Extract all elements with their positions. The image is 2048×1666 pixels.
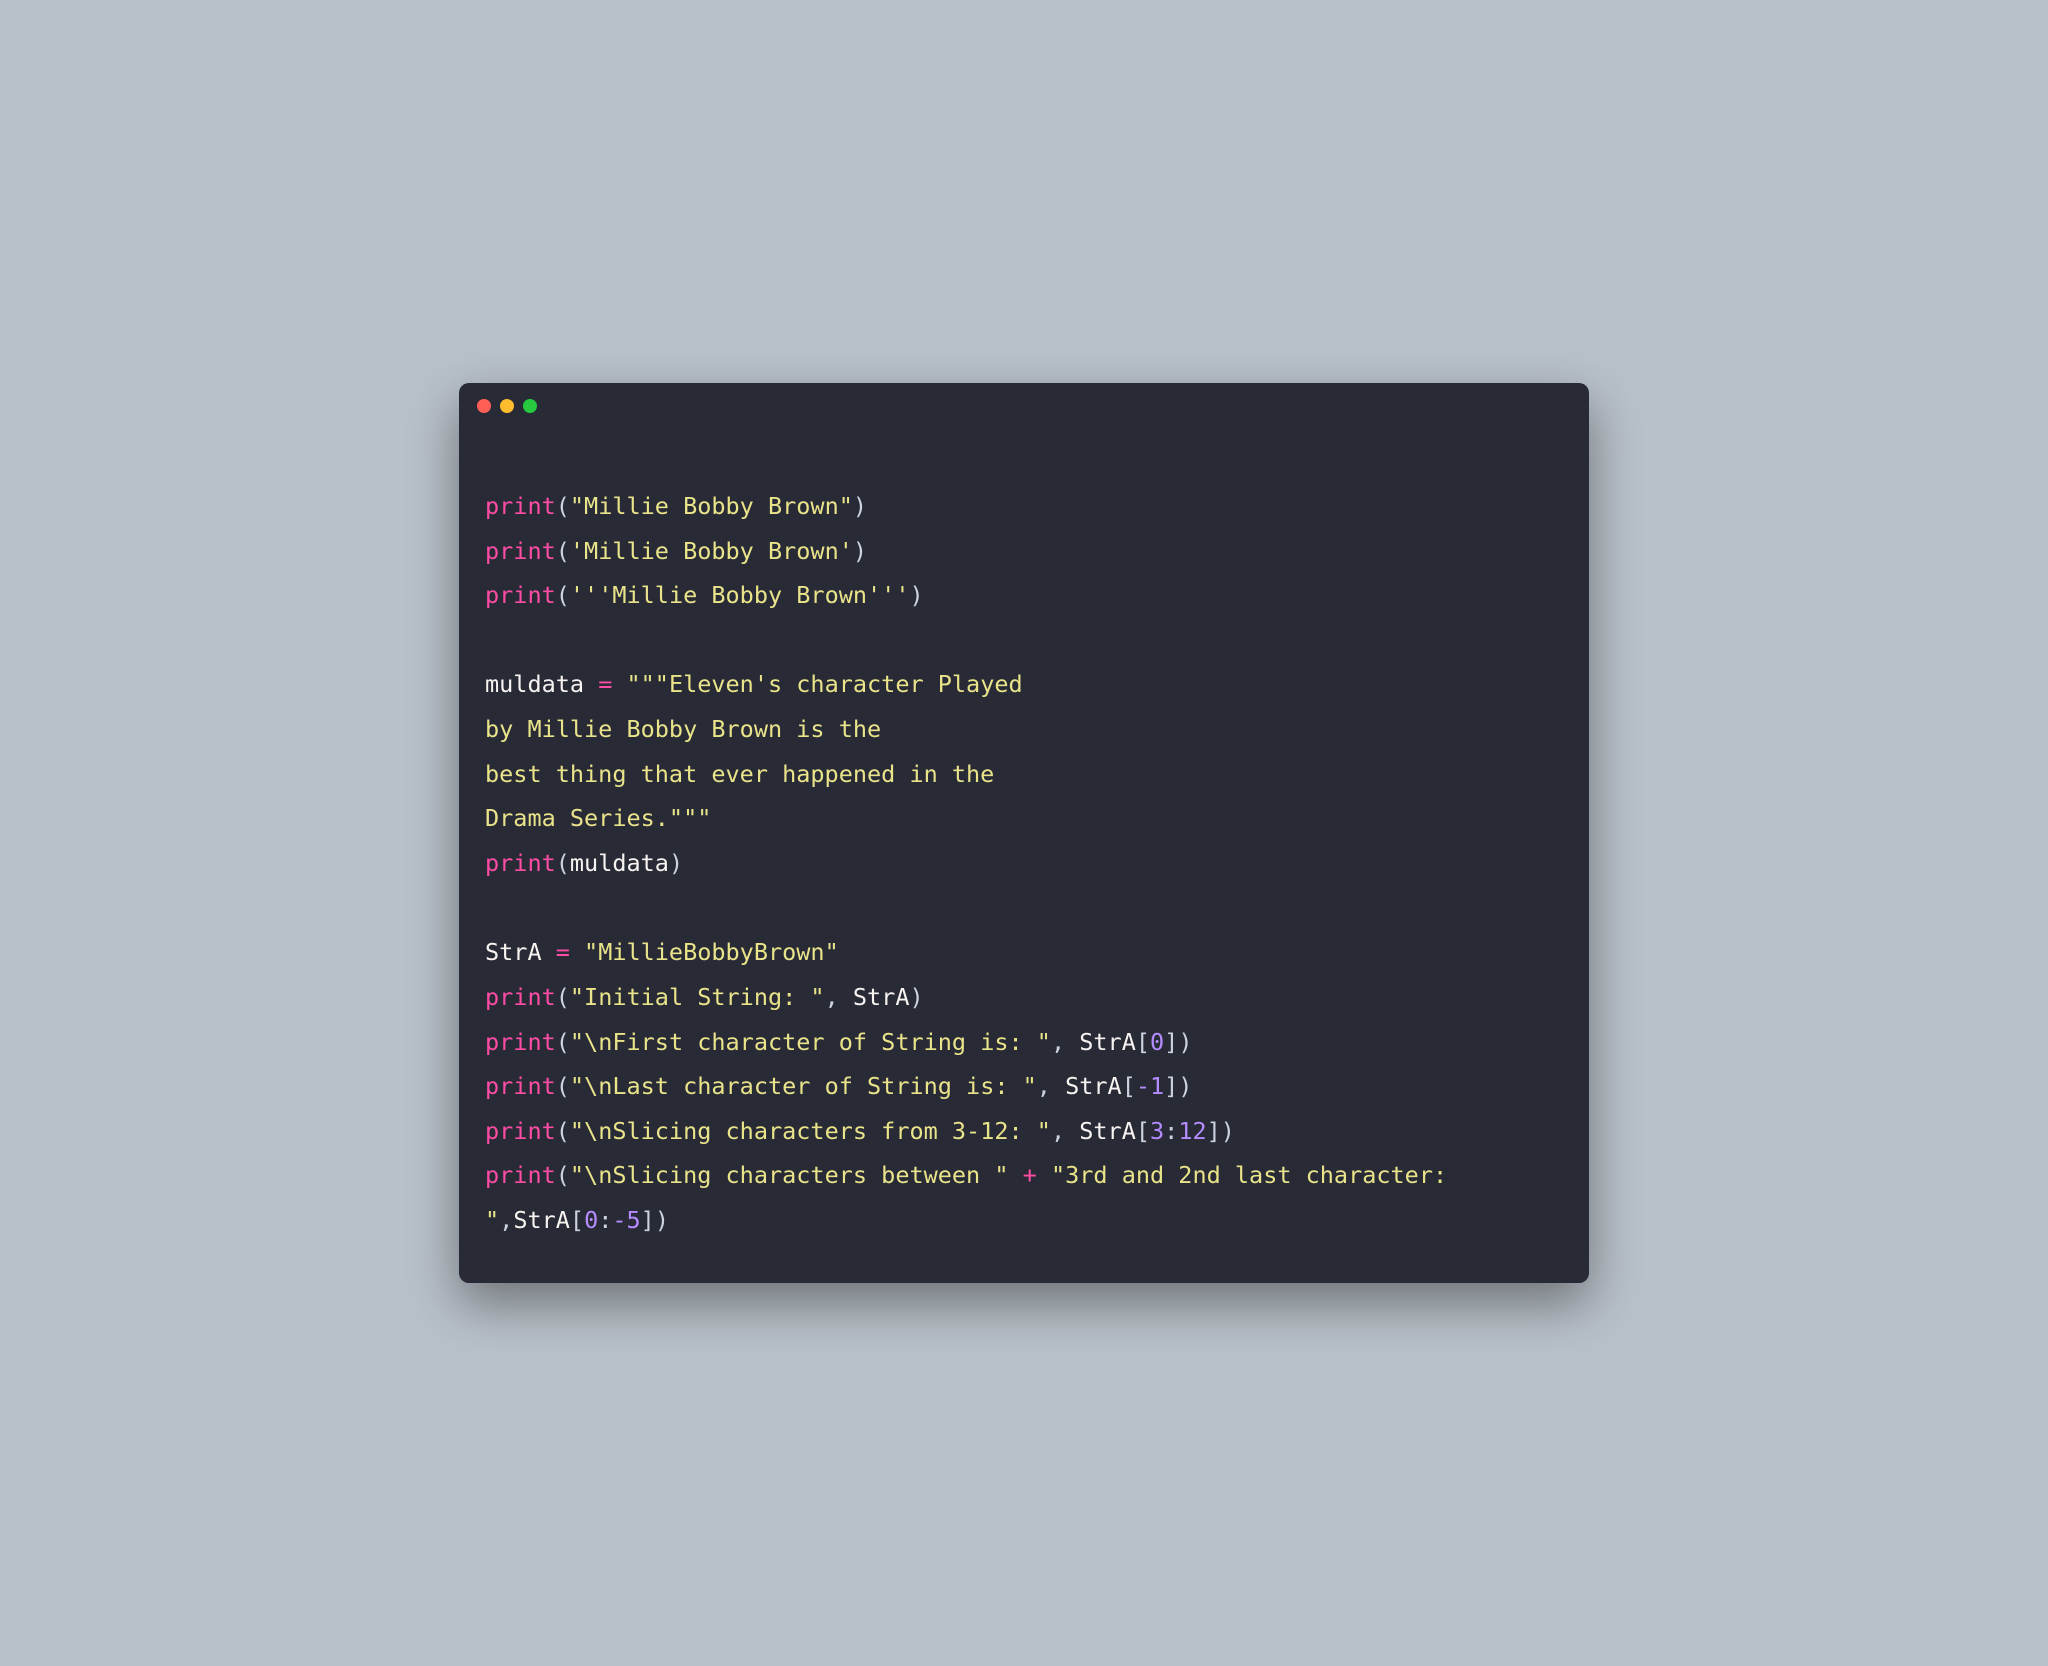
identifier-muldata: muldata	[570, 849, 669, 877]
comma: ,	[825, 983, 853, 1011]
operator-assign: =	[584, 670, 626, 698]
bracket-close: ]	[1164, 1028, 1178, 1056]
string-literal: "\nLast character of String is: "	[570, 1072, 1037, 1100]
keyword-print: print	[485, 1161, 556, 1189]
keyword-print: print	[485, 492, 556, 520]
bracket-close: ]	[641, 1206, 655, 1234]
identifier-stra: StrA	[485, 938, 542, 966]
bracket-open: [	[1122, 1072, 1136, 1100]
code-line: print("\nLast character of String is: ",…	[485, 1072, 1192, 1100]
identifier-stra: StrA	[1079, 1117, 1136, 1145]
string-literal: Drama Series."""	[485, 804, 711, 832]
code-block: print("Millie Bobby Brown") print('Milli…	[459, 421, 1589, 1283]
window-titlebar	[459, 383, 1589, 421]
code-window: print("Millie Bobby Brown") print('Milli…	[459, 383, 1589, 1283]
bracket-close: ]	[1164, 1072, 1178, 1100]
paren-close: )	[909, 581, 923, 609]
keyword-print: print	[485, 983, 556, 1011]
code-line: muldata = """Eleven's character Played	[485, 670, 1023, 698]
paren-close: )	[655, 1206, 669, 1234]
blank-line	[485, 618, 1563, 663]
number-literal: -1	[1136, 1072, 1164, 1100]
string-literal: "3rd and 2nd last character:	[1051, 1161, 1461, 1189]
paren-close: )	[853, 537, 867, 565]
blank-line	[485, 886, 1563, 931]
string-literal: "MillieBobbyBrown"	[584, 938, 839, 966]
string-literal: "Millie Bobby Brown"	[570, 492, 853, 520]
identifier-stra: StrA	[1065, 1072, 1122, 1100]
code-line: print('Millie Bobby Brown')	[485, 537, 867, 565]
string-literal: """Eleven's character Played	[627, 670, 1023, 698]
code-line: Drama Series."""	[485, 804, 711, 832]
string-literal: "	[485, 1206, 499, 1234]
close-icon[interactable]	[477, 399, 491, 413]
paren-open: (	[556, 581, 570, 609]
minimize-icon[interactable]	[500, 399, 514, 413]
code-line: print(muldata)	[485, 849, 683, 877]
code-line: ",StrA[0:-5])	[485, 1206, 669, 1234]
number-literal: 0	[1150, 1028, 1164, 1056]
paren-open: (	[556, 1028, 570, 1056]
code-line: print("\nFirst character of String is: "…	[485, 1028, 1192, 1056]
keyword-print: print	[485, 1028, 556, 1056]
keyword-print: print	[485, 537, 556, 565]
colon: :	[598, 1206, 612, 1234]
keyword-print: print	[485, 1072, 556, 1100]
code-line: by Millie Bobby Brown is the	[485, 715, 881, 743]
identifier-stra: StrA	[1079, 1028, 1136, 1056]
string-literal: by Millie Bobby Brown is the	[485, 715, 881, 743]
string-literal: best thing that ever happened in the	[485, 760, 994, 788]
identifier-muldata: muldata	[485, 670, 584, 698]
code-line: print("Millie Bobby Brown")	[485, 492, 867, 520]
paren-open: (	[556, 537, 570, 565]
paren-open: (	[556, 1161, 570, 1189]
string-literal: "\nSlicing characters between "	[570, 1161, 1009, 1189]
code-line: print("\nSlicing characters from 3-12: "…	[485, 1117, 1235, 1145]
string-literal: "Initial String: "	[570, 983, 825, 1011]
operator-plus: +	[1009, 1161, 1051, 1189]
paren-close: )	[669, 849, 683, 877]
paren-close: )	[909, 983, 923, 1011]
number-literal: 12	[1178, 1117, 1206, 1145]
paren-open: (	[556, 849, 570, 877]
keyword-print: print	[485, 1117, 556, 1145]
code-line: best thing that ever happened in the	[485, 760, 994, 788]
string-literal: 'Millie Bobby Brown'	[570, 537, 853, 565]
bracket-close: ]	[1207, 1117, 1221, 1145]
paren-open: (	[556, 1117, 570, 1145]
bracket-open: [	[1136, 1117, 1150, 1145]
keyword-print: print	[485, 581, 556, 609]
identifier-stra: StrA	[513, 1206, 570, 1234]
code-line: print("Initial String: ", StrA)	[485, 983, 924, 1011]
bracket-open: [	[1136, 1028, 1150, 1056]
paren-close: )	[1178, 1028, 1192, 1056]
zoom-icon[interactable]	[523, 399, 537, 413]
code-line: print('''Millie Bobby Brown''')	[485, 581, 924, 609]
number-literal: 3	[1150, 1117, 1164, 1145]
bracket-open: [	[570, 1206, 584, 1234]
paren-close: )	[853, 492, 867, 520]
comma: ,	[1037, 1072, 1065, 1100]
operator-assign: =	[542, 938, 584, 966]
paren-close: )	[1221, 1117, 1235, 1145]
comma: ,	[1051, 1117, 1079, 1145]
string-literal: '''Millie Bobby Brown'''	[570, 581, 910, 609]
string-literal: "\nFirst character of String is: "	[570, 1028, 1051, 1056]
comma: ,	[1051, 1028, 1079, 1056]
keyword-print: print	[485, 849, 556, 877]
number-literal: -5	[612, 1206, 640, 1234]
code-line: StrA = "MillieBobbyBrown"	[485, 938, 839, 966]
number-literal: 0	[584, 1206, 598, 1234]
paren-open: (	[556, 983, 570, 1011]
code-line: print("\nSlicing characters between " + …	[485, 1161, 1461, 1189]
comma: ,	[499, 1206, 513, 1234]
colon: :	[1164, 1117, 1178, 1145]
paren-open: (	[556, 492, 570, 520]
paren-open: (	[556, 1072, 570, 1100]
paren-close: )	[1178, 1072, 1192, 1100]
string-literal: "\nSlicing characters from 3-12: "	[570, 1117, 1051, 1145]
identifier-stra: StrA	[853, 983, 910, 1011]
